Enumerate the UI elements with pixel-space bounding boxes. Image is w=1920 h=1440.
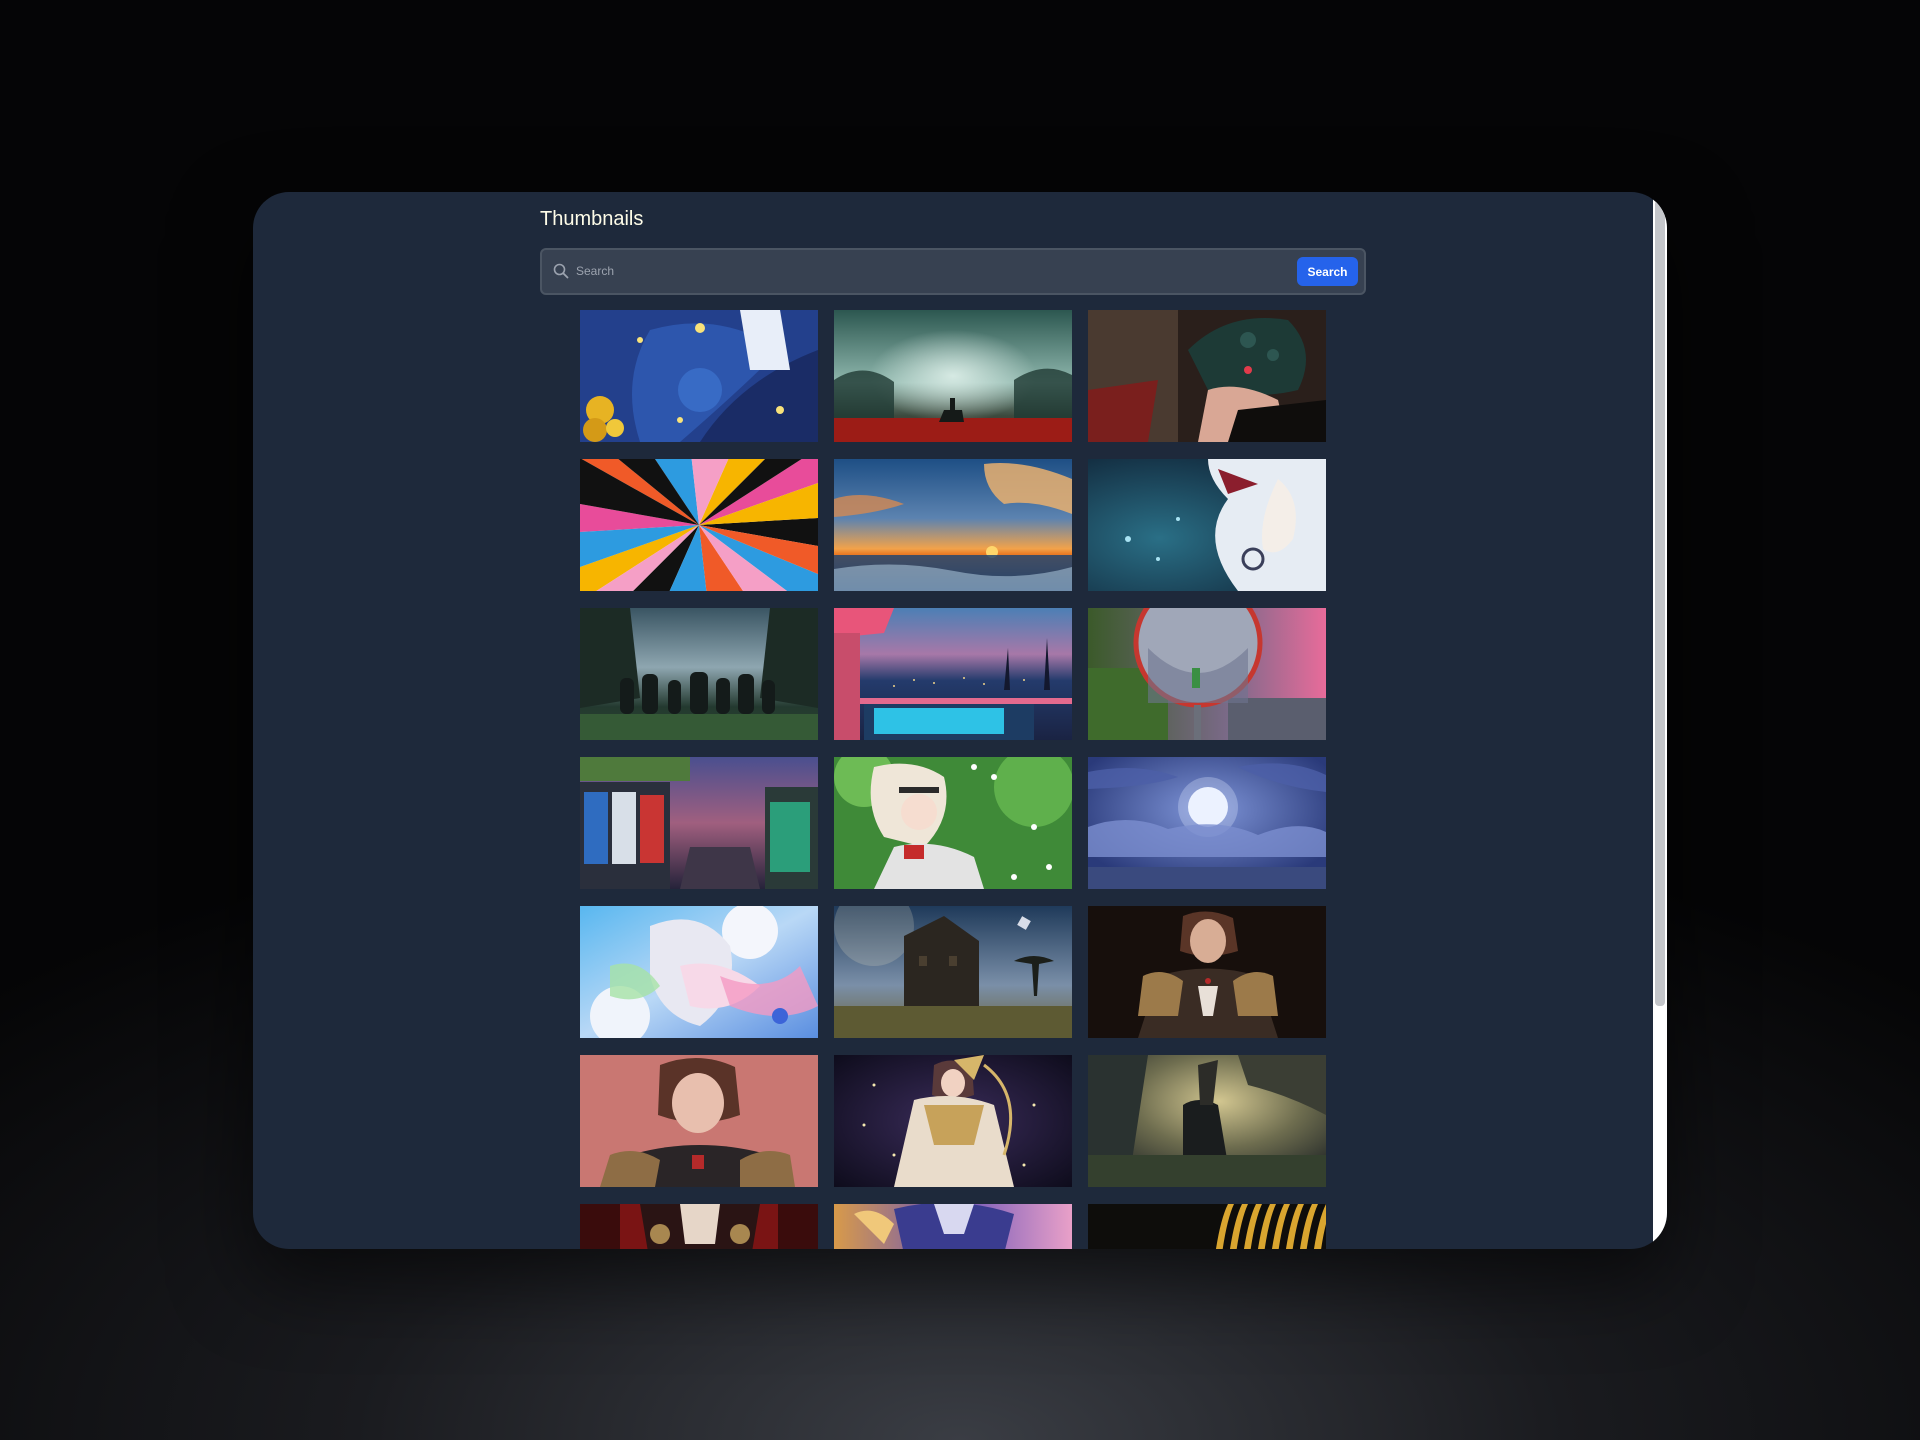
search-icon — [552, 262, 570, 280]
thumbnail-red-armor[interactable] — [580, 1204, 818, 1249]
search-button[interactable]: Search — [1297, 257, 1358, 286]
thumbnail-convex-mirror-street[interactable] — [1088, 608, 1326, 740]
scrollbar-track[interactable] — [1653, 192, 1667, 1249]
thumbnail-full-moon-clouds[interactable] — [1088, 757, 1326, 889]
thumbnail-poolside-city-view[interactable] — [834, 608, 1072, 740]
thumbnail-armored-woman-dark[interactable] — [1088, 906, 1326, 1038]
thumbnail-horse-rider-red-field[interactable] — [834, 310, 1072, 442]
thumbnail-white-haired-girl[interactable] — [1088, 459, 1326, 591]
app-window: Thumbnails Search — [253, 192, 1667, 1249]
thumbnail-mansion-field[interactable] — [834, 906, 1072, 1038]
search-input[interactable] — [576, 256, 1256, 286]
thumbnail-golden-warrior-archer[interactable] — [834, 1055, 1072, 1187]
scrollbar-thumb[interactable] — [1655, 200, 1665, 1006]
thumbnail-anime-girl-green-flowers[interactable] — [834, 757, 1072, 889]
thumbnail-ocean-sunset[interactable] — [834, 459, 1072, 591]
search-bar: Search — [540, 248, 1366, 295]
thumbnail-armored-woman-pink[interactable] — [580, 1055, 818, 1187]
thumbnail-pastel-anime-girl[interactable] — [580, 906, 818, 1038]
thumbnail-knight-on-cliff[interactable] — [1088, 1055, 1326, 1187]
thumbnail-grid — [580, 310, 1326, 1249]
thumbnail-vending-machines-alley[interactable] — [580, 757, 818, 889]
thumbnail-group-forest-night[interactable] — [580, 608, 818, 740]
page-title: Thumbnails — [540, 208, 644, 230]
thumbnail-purple-fantasy[interactable] — [834, 1204, 1072, 1249]
thumbnail-gold-stripes[interactable] — [1088, 1204, 1326, 1249]
thumbnail-hand-gamepad[interactable] — [1088, 310, 1326, 442]
thumbnail-colorful-sunburst[interactable] — [580, 459, 818, 591]
thumbnail-starry-girl-sunflowers[interactable] — [580, 310, 818, 442]
